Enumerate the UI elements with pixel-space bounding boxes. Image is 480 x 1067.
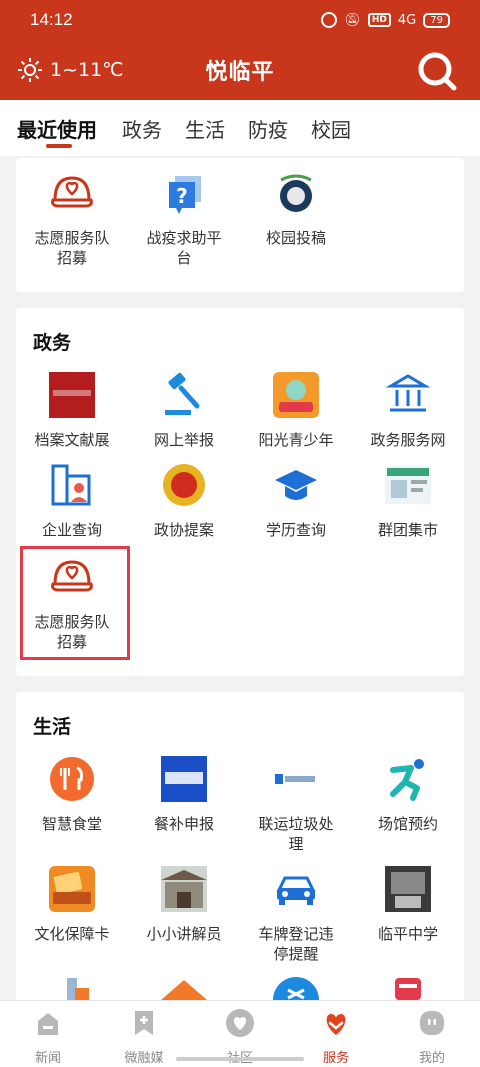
profile-icon bbox=[420, 1011, 444, 1035]
news-icon bbox=[38, 1013, 58, 1035]
culture-card-icon bbox=[49, 866, 95, 912]
garbage-icon bbox=[275, 774, 315, 784]
partial-item-icon bbox=[161, 980, 207, 1000]
status-icons: 🔕︎ HD 4G 79 bbox=[321, 12, 450, 28]
help-question-icon: ? bbox=[169, 176, 201, 214]
volunteer-cap-icon bbox=[51, 176, 93, 208]
recent-section: 志愿服务队招募 ? 战疫求助平台 校园投稿 bbox=[16, 158, 464, 292]
grid-item-garbage[interactable]: 联运垃圾处理 bbox=[240, 756, 352, 854]
grid-item-label: 学历查询 bbox=[265, 521, 326, 539]
partial-item-icon bbox=[67, 978, 89, 1000]
grid-item-label: 临平中学 bbox=[377, 925, 438, 943]
grid-item-education[interactable]: 学历查询 bbox=[240, 462, 352, 540]
tab-recent[interactable]: 最近使用 bbox=[17, 114, 97, 143]
grid-item-label: 政协提案 bbox=[153, 521, 214, 539]
page-title: 悦临平 bbox=[205, 60, 275, 85]
life-section: 生活 智慧食堂 餐补申报 联运垃圾处理 场馆预约 文化保障卡 小小讲解员 车牌登… bbox=[16, 692, 464, 1012]
grid-item-help[interactable]: ? 战疫求助平台 bbox=[128, 170, 240, 268]
bottom-nav: 新闻 微融媒 社区 服务 我的 bbox=[0, 1000, 480, 1067]
grid-item-school[interactable]: 临平中学 bbox=[352, 866, 464, 944]
grid-item-label: 智慧食堂 bbox=[41, 815, 102, 833]
community-icon bbox=[226, 1009, 254, 1037]
grid-item-guide[interactable]: 小小讲解员 bbox=[128, 866, 240, 944]
hd-icon: HD bbox=[367, 13, 391, 27]
youth-icon bbox=[273, 372, 319, 418]
enterprise-search-icon bbox=[51, 464, 91, 506]
grid-item-label: 群团集市 bbox=[377, 521, 438, 539]
school-photo-icon bbox=[385, 866, 431, 912]
grid-item-meal-subsidy[interactable]: 餐补申报 bbox=[128, 756, 240, 834]
tab-life[interactable]: 生活 bbox=[185, 114, 225, 143]
partial-item-icon bbox=[395, 978, 421, 1000]
svg-text:?: ? bbox=[176, 184, 188, 208]
grid-item-culture-card[interactable]: 文化保障卡 bbox=[16, 866, 128, 944]
grid-item-label: 餐补申报 bbox=[153, 815, 214, 833]
grid-item-youth[interactable]: 阳光青少年 bbox=[240, 372, 352, 450]
section-title: 生活 bbox=[33, 716, 72, 738]
search-icon[interactable] bbox=[416, 50, 458, 92]
partial-item-icon bbox=[273, 977, 319, 1000]
grid-item-cppcc[interactable]: 政协提案 bbox=[128, 462, 240, 540]
grid-item-label: 车牌登记违停提醒 bbox=[258, 925, 334, 963]
grid-item-enterprise[interactable]: 企业查询 bbox=[16, 462, 128, 540]
grid-item-label: 文化保障卡 bbox=[34, 925, 110, 943]
grid-item-label: 网上举报 bbox=[153, 431, 214, 449]
grid-item-market[interactable]: 群团集市 bbox=[352, 462, 464, 540]
canteen-icon bbox=[50, 757, 94, 801]
nav-label: 新闻 bbox=[34, 1051, 61, 1066]
grid-item-label: 档案文献展 bbox=[34, 431, 110, 449]
tab-government[interactable]: 政务 bbox=[122, 114, 162, 143]
grid-item-label: 战疫求助平台 bbox=[146, 229, 222, 267]
section-title: 政务 bbox=[33, 332, 72, 354]
service-heart-icon bbox=[326, 1014, 346, 1035]
grid-item-label: 校园投稿 bbox=[265, 229, 326, 247]
tab-epidemic[interactable]: 防疫 bbox=[248, 114, 288, 143]
grid-item-label: 小小讲解员 bbox=[146, 925, 222, 943]
runner-icon bbox=[390, 759, 424, 801]
status-bar: 14:12 🔕︎ HD 4G 79 bbox=[0, 0, 480, 42]
media-icon bbox=[135, 1011, 153, 1035]
alarm-icon bbox=[321, 12, 338, 28]
grid-item-gov-service[interactable]: 政务服务网 bbox=[352, 372, 464, 450]
grid-item-venue[interactable]: 场馆预约 bbox=[352, 756, 464, 834]
grid-item-campus-post[interactable]: 校园投稿 bbox=[240, 170, 352, 248]
building-icon bbox=[385, 374, 431, 412]
nav-label: 我的 bbox=[418, 1051, 445, 1066]
tab-campus[interactable]: 校园 bbox=[311, 114, 351, 143]
status-time: 14:12 bbox=[30, 10, 73, 29]
emblem-icon bbox=[163, 464, 205, 506]
market-icon bbox=[385, 466, 431, 504]
home-indicator[interactable] bbox=[176, 1057, 304, 1061]
app-header: 1~11℃ 悦临平 bbox=[0, 42, 480, 100]
nav-profile[interactable]: 我的 bbox=[384, 1009, 480, 1066]
grid-item-plate[interactable]: 车牌登记违停提醒 bbox=[240, 866, 352, 964]
graduation-cap-icon bbox=[275, 470, 317, 500]
gavel-icon bbox=[165, 372, 200, 415]
guide-photo-icon bbox=[161, 866, 207, 912]
grid-item-label: 联运垃圾处理 bbox=[258, 815, 334, 853]
meal-subsidy-icon bbox=[161, 756, 207, 802]
grid-item-report[interactable]: 网上举报 bbox=[128, 372, 240, 450]
archive-exhibit-icon bbox=[49, 372, 95, 418]
campus-logo-icon bbox=[280, 174, 312, 212]
category-tabs: 最近使用 政务 生活 防疫 校园 bbox=[0, 100, 480, 156]
grid-item-label: 企业查询 bbox=[41, 521, 102, 539]
nav-news[interactable]: 新闻 bbox=[0, 1009, 96, 1066]
grid-item-label: 政务服务网 bbox=[370, 431, 446, 449]
network-label: 4G bbox=[397, 12, 417, 28]
battery-icon: 79 bbox=[423, 12, 450, 28]
mute-icon: 🔕︎ bbox=[344, 12, 361, 28]
grid-item-archive[interactable]: 档案文献展 bbox=[16, 372, 128, 450]
car-icon bbox=[276, 876, 316, 905]
grid-item-canteen[interactable]: 智慧食堂 bbox=[16, 756, 128, 834]
grid-item-label: 阳光青少年 bbox=[258, 431, 334, 449]
grid-item-label: 志愿服务队招募 bbox=[34, 229, 110, 267]
grid-item-label: 场馆预约 bbox=[377, 815, 438, 833]
grid-item-volunteer[interactable]: 志愿服务队招募 bbox=[16, 170, 128, 268]
active-tab-indicator bbox=[46, 144, 72, 148]
highlight-box bbox=[20, 546, 130, 660]
